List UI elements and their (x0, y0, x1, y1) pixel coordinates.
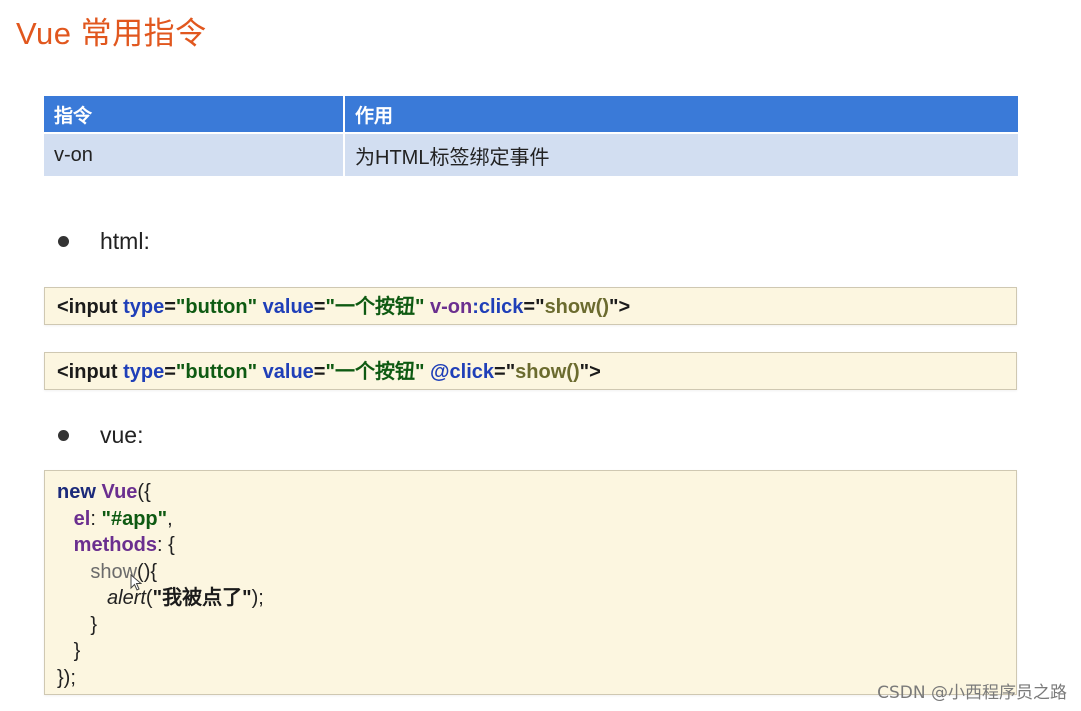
code-line: show(){ (57, 559, 1004, 586)
code-tag: <input (57, 296, 118, 318)
code-punc: : { (157, 534, 175, 556)
code-keyword: new (57, 481, 96, 503)
code-string: "一个按钮" (325, 361, 425, 383)
code-eq: = (313, 361, 326, 383)
code-eq: = (523, 296, 536, 318)
bullet-vue-label: vue: (100, 422, 144, 448)
code-block-shorthand: <input type="button" value="一个按钮" @click… (44, 352, 1017, 390)
code-attr-type: type (123, 361, 165, 383)
code-string: "一个按钮" (325, 296, 425, 318)
code-string: "button" (175, 361, 258, 383)
code-eq: = (313, 296, 326, 318)
mouse-cursor-icon (130, 574, 142, 591)
header-directive: 指令 (44, 96, 345, 133)
code-string: "我被点了" (152, 587, 252, 609)
code-quote: " (505, 361, 516, 383)
watermark: CSDN @小西程序员之路 (877, 683, 1067, 703)
code-line: } (57, 640, 81, 662)
code-quote: " (579, 361, 590, 383)
table-header-row: 指令 作用 (44, 96, 1018, 133)
code-handler: show() (515, 361, 580, 383)
bullet-dot-icon (58, 430, 69, 441)
code-punc: ( (145, 587, 153, 609)
code-tag-close: > (618, 296, 631, 318)
code-directive: v-on (430, 296, 473, 318)
cell-description: 为HTML标签绑定事件 (344, 132, 1018, 176)
code-key: el (73, 507, 91, 530)
code-attr-value: value (262, 361, 314, 383)
code-line: el: "#app", (57, 506, 1004, 533)
cell-directive: v-on (44, 132, 345, 176)
bullet-html-label: html: (100, 228, 150, 254)
page-title: Vue 常用指令 (16, 16, 207, 51)
code-eq: = (164, 361, 176, 383)
code-string: "button" (175, 296, 258, 318)
code-directive: @click (430, 361, 494, 383)
code-attr-value: value (262, 296, 314, 318)
code-punc: , (167, 507, 173, 530)
code-class: Vue (101, 481, 138, 503)
code-quote: " (535, 296, 545, 318)
bullet-dot-icon (58, 236, 69, 247)
table-row: v-on 为HTML标签绑定事件 (44, 132, 1018, 176)
code-eq: = (494, 361, 506, 383)
code-line: alert("我被点了"); (57, 585, 1004, 612)
code-block-von: <input type="button" value="一个按钮" v-on:c… (44, 287, 1017, 325)
code-attr-type: type (123, 296, 165, 318)
code-punc: : (90, 507, 102, 530)
code-punc: ({ (137, 481, 151, 503)
code-string: "#app" (101, 507, 168, 530)
code-line: } (57, 613, 98, 636)
code-line: new Vue({ (57, 479, 1004, 506)
code-eq: = (164, 296, 176, 318)
code-block-vue: new Vue({ el: "#app", methods: { show(){… (44, 470, 1017, 695)
bullet-html: html: (58, 228, 150, 255)
code-tag: <input (57, 361, 118, 383)
code-event: :click (472, 296, 524, 318)
header-purpose: 作用 (344, 96, 1018, 133)
code-punc: ); (251, 587, 264, 609)
code-handler: show() (544, 296, 609, 318)
directive-table: 指令 作用 v-on 为HTML标签绑定事件 (44, 96, 1018, 176)
code-line: methods: { (57, 532, 1004, 559)
code-key: methods (73, 534, 158, 556)
code-tag-close: > (589, 361, 601, 383)
code-line: }); (57, 666, 76, 689)
bullet-vue: vue: (58, 422, 143, 449)
